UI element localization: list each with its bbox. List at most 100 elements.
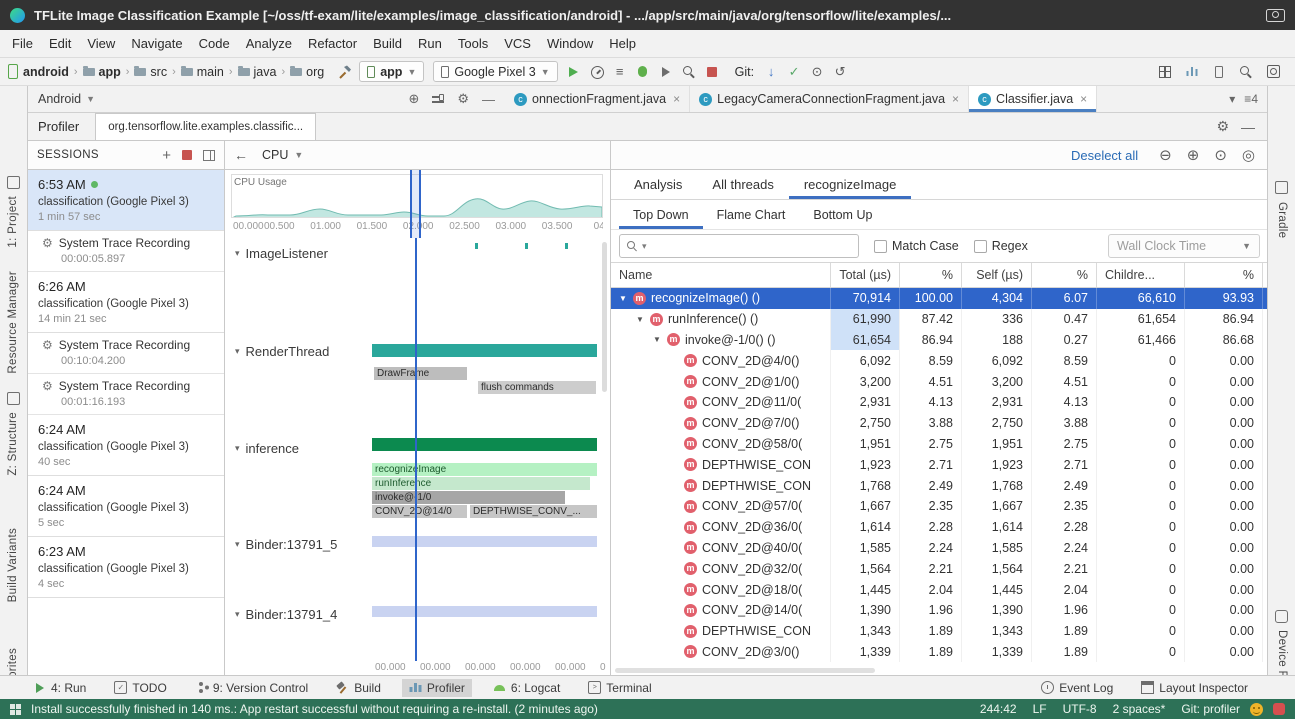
trace-span-runinference[interactable]: runInference: [372, 477, 590, 490]
trace-span-flush-commands[interactable]: flush commands: [478, 381, 596, 394]
update-project-icon[interactable]: ↓: [761, 62, 781, 82]
breadcrumb-app[interactable]: app: [83, 65, 121, 79]
table-row[interactable]: mCONV_2D@36/0(1,6142.281,6142.2800.00: [611, 517, 1267, 538]
column-header-name[interactable]: Name: [611, 263, 831, 287]
profiler-chart-icon[interactable]: [1186, 67, 1199, 76]
table-row[interactable]: mCONV_2D@18/0(1,4452.041,4452.0400.00: [611, 579, 1267, 600]
toolwindow-terminal[interactable]: Terminal: [581, 679, 658, 697]
thread-binder5[interactable]: ▾Binder:13791_5: [235, 537, 337, 552]
revert-icon[interactable]: ↺: [830, 62, 850, 82]
breadcrumb-android[interactable]: android: [23, 65, 69, 79]
trace-span-conv2d[interactable]: CONV_2D@14/0: [372, 505, 467, 518]
device-select[interactable]: Google Pixel 3 ▼: [433, 61, 557, 82]
run-configurations-icon[interactable]: ≡: [610, 62, 630, 82]
history-icon[interactable]: ⊙: [807, 62, 827, 82]
expander-icon[interactable]: ▼: [653, 335, 667, 344]
toolwindow-event-log[interactable]: Event Log: [1034, 679, 1120, 697]
zoom-out-icon[interactable]: ⊖: [1159, 146, 1172, 164]
line-ending[interactable]: LF: [1033, 702, 1047, 716]
editor-tab-classifier-java[interactable]: cClassifier.java×: [969, 86, 1097, 112]
indent-info[interactable]: 2 spaces*: [1113, 702, 1166, 716]
table-row[interactable]: mCONV_2D@57/0(1,6672.351,6672.3500.00: [611, 496, 1267, 517]
toolwindow-layout-inspector[interactable]: Layout Inspector: [1134, 679, 1255, 697]
trace-span-invoke[interactable]: invoke@-1/0: [372, 491, 565, 504]
session-item[interactable]: 6:53 AMclassification (Google Pixel 3)1 …: [28, 170, 224, 231]
close-tab-icon[interactable]: ×: [1080, 92, 1087, 106]
breadcrumb-src[interactable]: src: [134, 65, 167, 79]
stop-button[interactable]: [702, 62, 722, 82]
clock-mode-select[interactable]: Wall Clock Time ▼: [1108, 234, 1260, 258]
cpu-select[interactable]: CPU ▼: [262, 148, 303, 162]
subtab-top-down[interactable]: Top Down: [619, 200, 703, 229]
thread-imagelistener[interactable]: ▾ImageListener: [235, 246, 328, 261]
table-row[interactable]: mDEPTHWISE_CON1,3431.891,3431.8900.00: [611, 621, 1267, 642]
table-row[interactable]: mCONV_2D@4/0()6,0928.596,0928.5900.00: [611, 350, 1267, 371]
tab-analysis[interactable]: Analysis: [619, 170, 697, 199]
zoom-to-selection-icon[interactable]: ◎: [1242, 146, 1255, 164]
column-header-childre[interactable]: Childre...: [1097, 263, 1185, 287]
debug-button[interactable]: [633, 62, 653, 82]
menu-vcs[interactable]: VCS: [496, 33, 539, 54]
thread-activity-bar[interactable]: [372, 438, 597, 451]
run-config-select[interactable]: app ▼: [359, 61, 424, 82]
menu-edit[interactable]: Edit: [41, 33, 79, 54]
gear-icon[interactable]: ⚙: [1216, 118, 1229, 135]
table-row[interactable]: mCONV_2D@32/0(1,5642.211,5642.2100.00: [611, 558, 1267, 579]
thread-inference[interactable]: ▾inference: [235, 441, 299, 456]
camera-icon[interactable]: [1266, 9, 1285, 22]
menu-refactor[interactable]: Refactor: [300, 33, 365, 54]
collapse-sessions-icon[interactable]: [203, 150, 215, 161]
table-row[interactable]: mCONV_2D@14/0(1,3901.961,3901.9600.00: [611, 600, 1267, 621]
session-item[interactable]: 6:23 AMclassification (Google Pixel 3)4 …: [28, 537, 224, 598]
profiler-search-icon[interactable]: [682, 65, 696, 79]
column-header-self-s[interactable]: Self (µs): [962, 263, 1032, 287]
select-opened-file-icon[interactable]: ⊕: [408, 91, 419, 107]
thread-activity-bar[interactable]: [372, 344, 597, 357]
horizontal-scrollbar[interactable]: [615, 668, 875, 673]
toolwindow-9-version-control[interactable]: 9: Version Control: [188, 679, 315, 697]
git-branch[interactable]: Git: profiler: [1181, 702, 1240, 716]
recording-item[interactable]: ⚙System Trace Recording00:01:16.193: [28, 374, 224, 415]
stripe-gradle[interactable]: Gradle: [1276, 202, 1288, 238]
thread-activity-bar[interactable]: [372, 536, 597, 547]
gradle-icon[interactable]: [1275, 181, 1288, 194]
hidden-tabs-icon[interactable]: ≡4: [1244, 92, 1258, 106]
stop-recording-icon[interactable]: [182, 150, 192, 160]
profiler-session-tab[interactable]: org.tensorflow.lite.examples.classific..…: [95, 113, 316, 140]
deselect-all-link[interactable]: Deselect all: [1071, 148, 1138, 163]
search-box[interactable]: ▾: [619, 234, 859, 258]
menu-analyze[interactable]: Analyze: [238, 33, 300, 54]
breadcrumb-java[interactable]: java: [238, 65, 277, 79]
column-header-[interactable]: %: [900, 263, 962, 287]
build-hammer-icon[interactable]: [337, 64, 353, 80]
session-item[interactable]: 6:24 AMclassification (Google Pixel 3)40…: [28, 415, 224, 476]
subtab-bottom-up[interactable]: Bottom Up: [799, 200, 886, 229]
commit-icon[interactable]: ✓: [784, 62, 804, 82]
table-row[interactable]: mCONV_2D@40/0(1,5852.241,5852.2400.00: [611, 538, 1267, 559]
thread-renderthread[interactable]: ▾RenderThread: [235, 344, 329, 359]
thread-activity-bar[interactable]: [372, 606, 597, 617]
editor-tab-onnectionfragment-java[interactable]: connectionFragment.java×: [505, 86, 690, 112]
breadcrumb-main[interactable]: main: [181, 65, 224, 79]
project-toolwindow-icon[interactable]: [7, 176, 20, 189]
caret-position[interactable]: 244:42: [980, 702, 1017, 716]
table-row[interactable]: mCONV_2D@3/0()1,3391.891,3391.8900.00: [611, 642, 1267, 663]
run-button[interactable]: [564, 62, 584, 82]
table-row[interactable]: ▼mrunInference() ()61,99087.423360.4761,…: [611, 309, 1267, 330]
feedback-smiley-icon[interactable]: [1250, 703, 1263, 716]
vertical-scrollbar[interactable]: [602, 242, 607, 392]
gear-icon[interactable]: ⚙: [457, 91, 469, 107]
back-arrow-icon[interactable]: ←: [234, 147, 248, 163]
menu-window[interactable]: Window: [539, 33, 601, 54]
timeline-selection-band[interactable]: [410, 170, 421, 238]
tab-all-threads[interactable]: All threads: [697, 170, 788, 199]
table-row[interactable]: mDEPTHWISE_CON1,9232.711,9232.7100.00: [611, 454, 1267, 475]
avatar-icon[interactable]: [1267, 65, 1280, 78]
menu-code[interactable]: Code: [191, 33, 238, 54]
status-message[interactable]: Install successfully finished in 140 ms.…: [31, 702, 598, 716]
search-everywhere-icon[interactable]: [1239, 65, 1253, 79]
toolwindow-todo[interactable]: TODO: [107, 679, 173, 697]
reset-zoom-icon[interactable]: ⊙: [1214, 146, 1227, 164]
toolwindow-grid-icon[interactable]: [10, 704, 21, 715]
device-file-explorer-icon[interactable]: [1275, 610, 1288, 623]
